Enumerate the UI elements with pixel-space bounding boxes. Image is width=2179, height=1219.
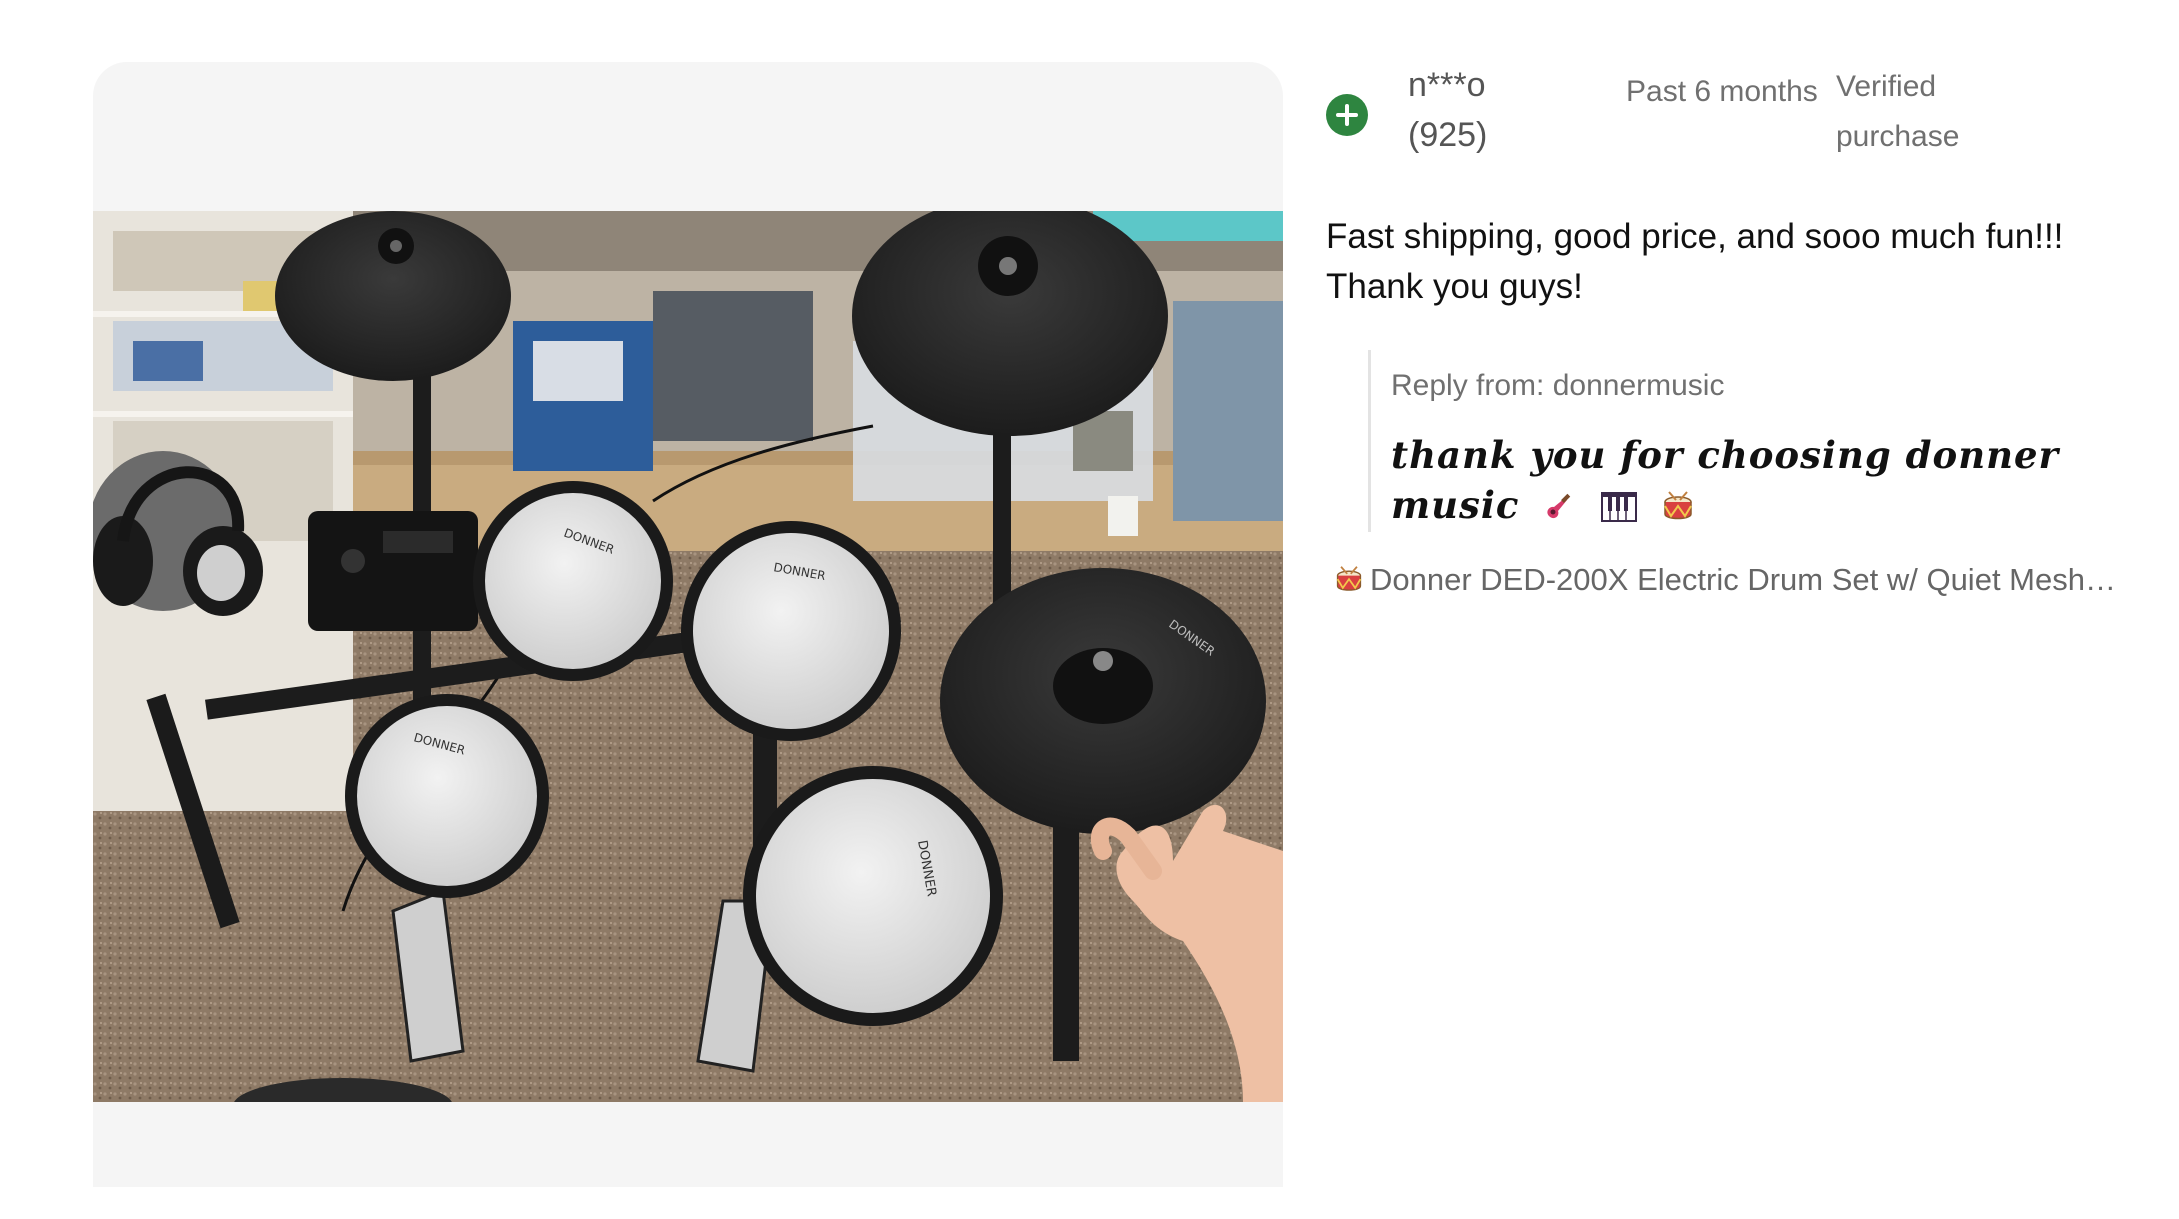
- piano-keys-icon: [1601, 492, 1638, 522]
- drum-icon: [1664, 491, 1692, 520]
- review-text: Fast shipping, good price, and sooo much…: [1326, 217, 2064, 306]
- reply-message: thank you for choosing donner music: [1391, 433, 2060, 527]
- seller-reply: Reply from: donnermusic thank you for ch…: [1368, 350, 2126, 532]
- review-header: n***o (925) Past 6 months Verified purch…: [1326, 62, 2126, 162]
- reply-label: Reply from: donnermusic: [1391, 369, 1725, 402]
- review-card: n***o (925) Past 6 months Verified purch…: [1326, 62, 2126, 598]
- review-date: Past 6 months: [1626, 75, 1818, 108]
- review-photo[interactable]: DONNER DONNER DONNER DONNER DONNER: [93, 211, 1283, 1102]
- reviewer-rating-count: (925): [1408, 116, 1488, 154]
- product-link[interactable]: Donner DED-200X Electric Drum Set w/ Qui…: [1334, 562, 2126, 598]
- review-photo-panel[interactable]: DONNER DONNER DONNER DONNER DONNER: [93, 62, 1283, 1187]
- drum-icon: [1336, 566, 1362, 591]
- reviewer-username[interactable]: n***o: [1408, 60, 1626, 110]
- verified-purchase-label: Verified purchase: [1836, 70, 1960, 153]
- positive-plus-icon: [1326, 94, 1368, 136]
- product-name[interactable]: Donner DED-200X Electric Drum Set w/ Qui…: [1370, 562, 2116, 598]
- reply-text: thank you for choosing donner music: [1391, 430, 2126, 530]
- reviewer-info[interactable]: n***o (925): [1408, 60, 1626, 160]
- guitar-icon: [1547, 493, 1571, 519]
